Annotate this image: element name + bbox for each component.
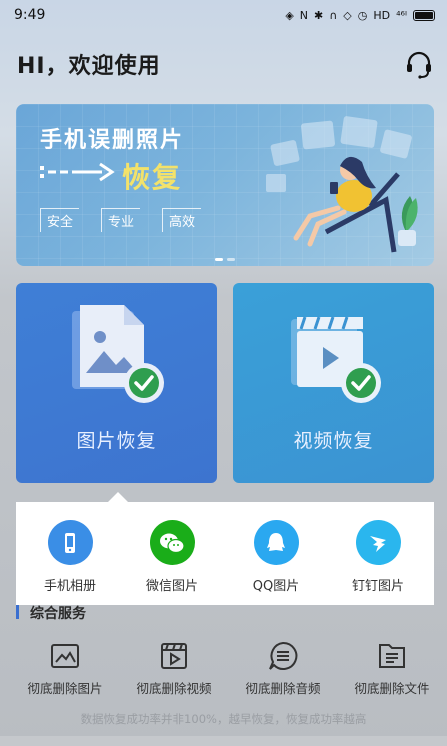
status-bar: 9:49 ◈ N ✱ ∩ ◇ ◷ HD ⁴⁶ᴵ	[0, 0, 447, 30]
drop-icon: ◈	[285, 8, 294, 22]
photo-recovery-label: 图片恢复	[76, 430, 157, 452]
banner-tag: 专业	[101, 208, 141, 232]
popup-pointer	[108, 492, 128, 502]
bottom-nav-bar	[0, 736, 447, 746]
popup-item-dingtalk[interactable]: 钉钉图片	[330, 520, 426, 594]
video-recovery-card[interactable]: 视频恢复	[233, 283, 434, 483]
alarm-icon: ◷	[357, 8, 368, 22]
service-delete-audio[interactable]: 彻底删除音频	[228, 640, 338, 697]
phone-icon	[47, 520, 93, 565]
photo-source-popup: 手机相册 微信图片 QQ图片 钉钉图片	[16, 502, 434, 605]
banner-subtitle: 恢复	[122, 161, 183, 194]
customer-service-icon[interactable]	[404, 50, 434, 80]
service-delete-images[interactable]: 彻底删除图片	[10, 640, 120, 697]
promo-banner[interactable]: 手机误删照片 恢复 安全 专业 高效	[16, 104, 434, 266]
battery-icon	[413, 9, 435, 21]
dingtalk-icon	[355, 520, 401, 565]
headphone-icon: ∩	[329, 8, 338, 22]
video-recovery-icon	[290, 316, 381, 403]
services-section-title: 综合服务	[30, 606, 86, 622]
banner-tag: 安全	[40, 208, 80, 232]
popup-item-label: 微信图片	[145, 579, 198, 594]
file-icon	[379, 644, 405, 668]
arrow-icon	[40, 162, 115, 182]
section-accent-bar	[16, 605, 19, 619]
greeting-title: HI，欢迎使用	[17, 54, 161, 79]
banner-tag: 高效	[162, 208, 202, 232]
banner-title: 手机误删照片	[40, 128, 185, 153]
popup-item-label: 手机相册	[43, 579, 96, 594]
photo-recovery-card[interactable]: 图片恢复	[16, 283, 217, 483]
pager-dot	[227, 258, 235, 261]
bluetooth-icon: ✱	[314, 8, 324, 22]
service-label: 彻底删除视频	[136, 681, 212, 696]
video-recovery-label: 视频恢复	[293, 430, 374, 452]
video-icon	[161, 643, 187, 669]
popup-item-wechat[interactable]: 微信图片	[124, 520, 220, 594]
nfc-icon: N	[299, 8, 309, 22]
service-delete-files[interactable]: 彻底删除文件	[337, 640, 447, 697]
service-label: 彻底删除文件	[354, 681, 430, 696]
audio-icon	[269, 641, 298, 670]
banner-pager	[215, 258, 235, 261]
popup-item-qq[interactable]: QQ图片	[228, 520, 324, 594]
recovery-disclaimer: 数据恢复成功率并非100%，越早恢复，恢复成功率越高	[80, 712, 367, 726]
vibrate-icon: ◇	[343, 8, 352, 22]
wechat-icon	[149, 520, 195, 565]
service-label: 彻底删除图片	[27, 681, 103, 696]
popup-item-label: 钉钉图片	[351, 579, 404, 594]
image-icon	[51, 644, 79, 668]
network-label: HD	[373, 8, 391, 22]
pager-dot-active	[215, 258, 223, 261]
status-time: 9:49	[14, 7, 46, 23]
popup-item-phone-album[interactable]: 手机相册	[22, 520, 118, 594]
service-label: 彻底删除音频	[245, 681, 321, 696]
banner-tags: 安全 专业 高效	[40, 208, 202, 232]
popup-item-label: QQ图片	[252, 579, 300, 594]
service-delete-videos[interactable]: 彻底删除视频	[119, 640, 229, 697]
qq-icon	[253, 520, 299, 565]
woman-reading-phone-illustration	[266, 116, 418, 253]
photo-recovery-icon	[71, 305, 164, 403]
signal-icon: ⁴⁶ᴵ	[396, 8, 407, 22]
status-icons: ◈ N ✱ ∩ ◇ ◷ HD ⁴⁶ᴵ	[285, 9, 435, 22]
